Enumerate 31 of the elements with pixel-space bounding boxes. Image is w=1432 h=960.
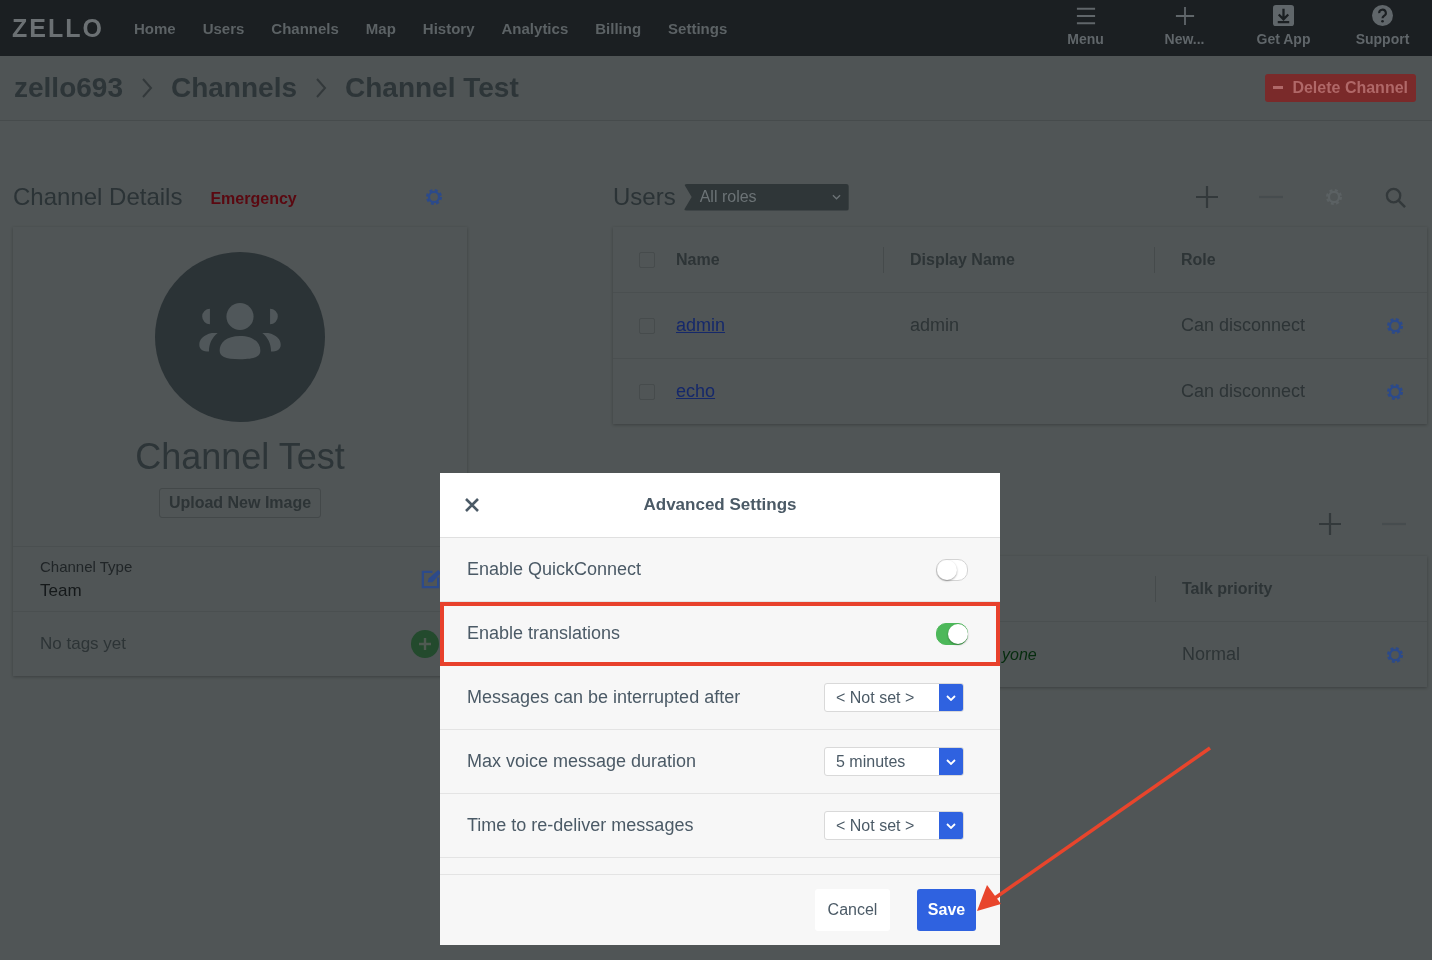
duration-select[interactable]: < Not set > — [824, 683, 964, 712]
nav-link[interactable]: Map — [365, 19, 396, 37]
nav-action-button[interactable]: Support — [1333, 3, 1432, 47]
nav-action-button[interactable]: New... — [1135, 3, 1234, 47]
user-link[interactable]: echo — [676, 381, 716, 401]
duration-select[interactable]: < Not set > — [824, 811, 964, 840]
delete-channel-button[interactable]: Delete Channel — [1265, 74, 1416, 102]
nav-link[interactable]: Users — [202, 19, 245, 37]
role-filter-dropdown[interactable]: All roles — [683, 183, 849, 211]
nav-link[interactable]: Analytics — [501, 19, 569, 37]
setting-label: Max voice message duration — [467, 751, 697, 772]
field-value: Team — [40, 580, 83, 601]
nav-link[interactable]: Channels — [271, 19, 339, 37]
nav-link[interactable]: Billing — [595, 19, 642, 37]
nav-link[interactable]: Settings — [668, 19, 728, 37]
nav-action-button[interactable]: Get App — [1234, 3, 1333, 47]
nav-link[interactable]: History — [422, 19, 475, 37]
setting-label: Enable QuickConnect — [467, 559, 642, 580]
nav-action-button[interactable]: Menu — [1036, 3, 1135, 47]
setting-label: Time to re-deliver messages — [467, 815, 694, 836]
logo[interactable]: ZELLO — [12, 13, 104, 43]
table-cell: yone — [1002, 645, 1037, 663]
cancel-button[interactable]: Cancel — [815, 889, 890, 931]
user-link[interactable]: admin — [676, 315, 726, 335]
setting-label: Messages can be interrupted after — [467, 687, 741, 708]
save-button[interactable]: Save — [917, 889, 976, 931]
setting-label: Enable translations — [467, 623, 621, 644]
duration-select[interactable]: 5 minutes — [824, 747, 964, 776]
dialog-title: Advanced Settings — [643, 495, 797, 515]
emergency-label: Emergency — [210, 190, 297, 208]
nav-link[interactable]: Home — [133, 19, 176, 37]
